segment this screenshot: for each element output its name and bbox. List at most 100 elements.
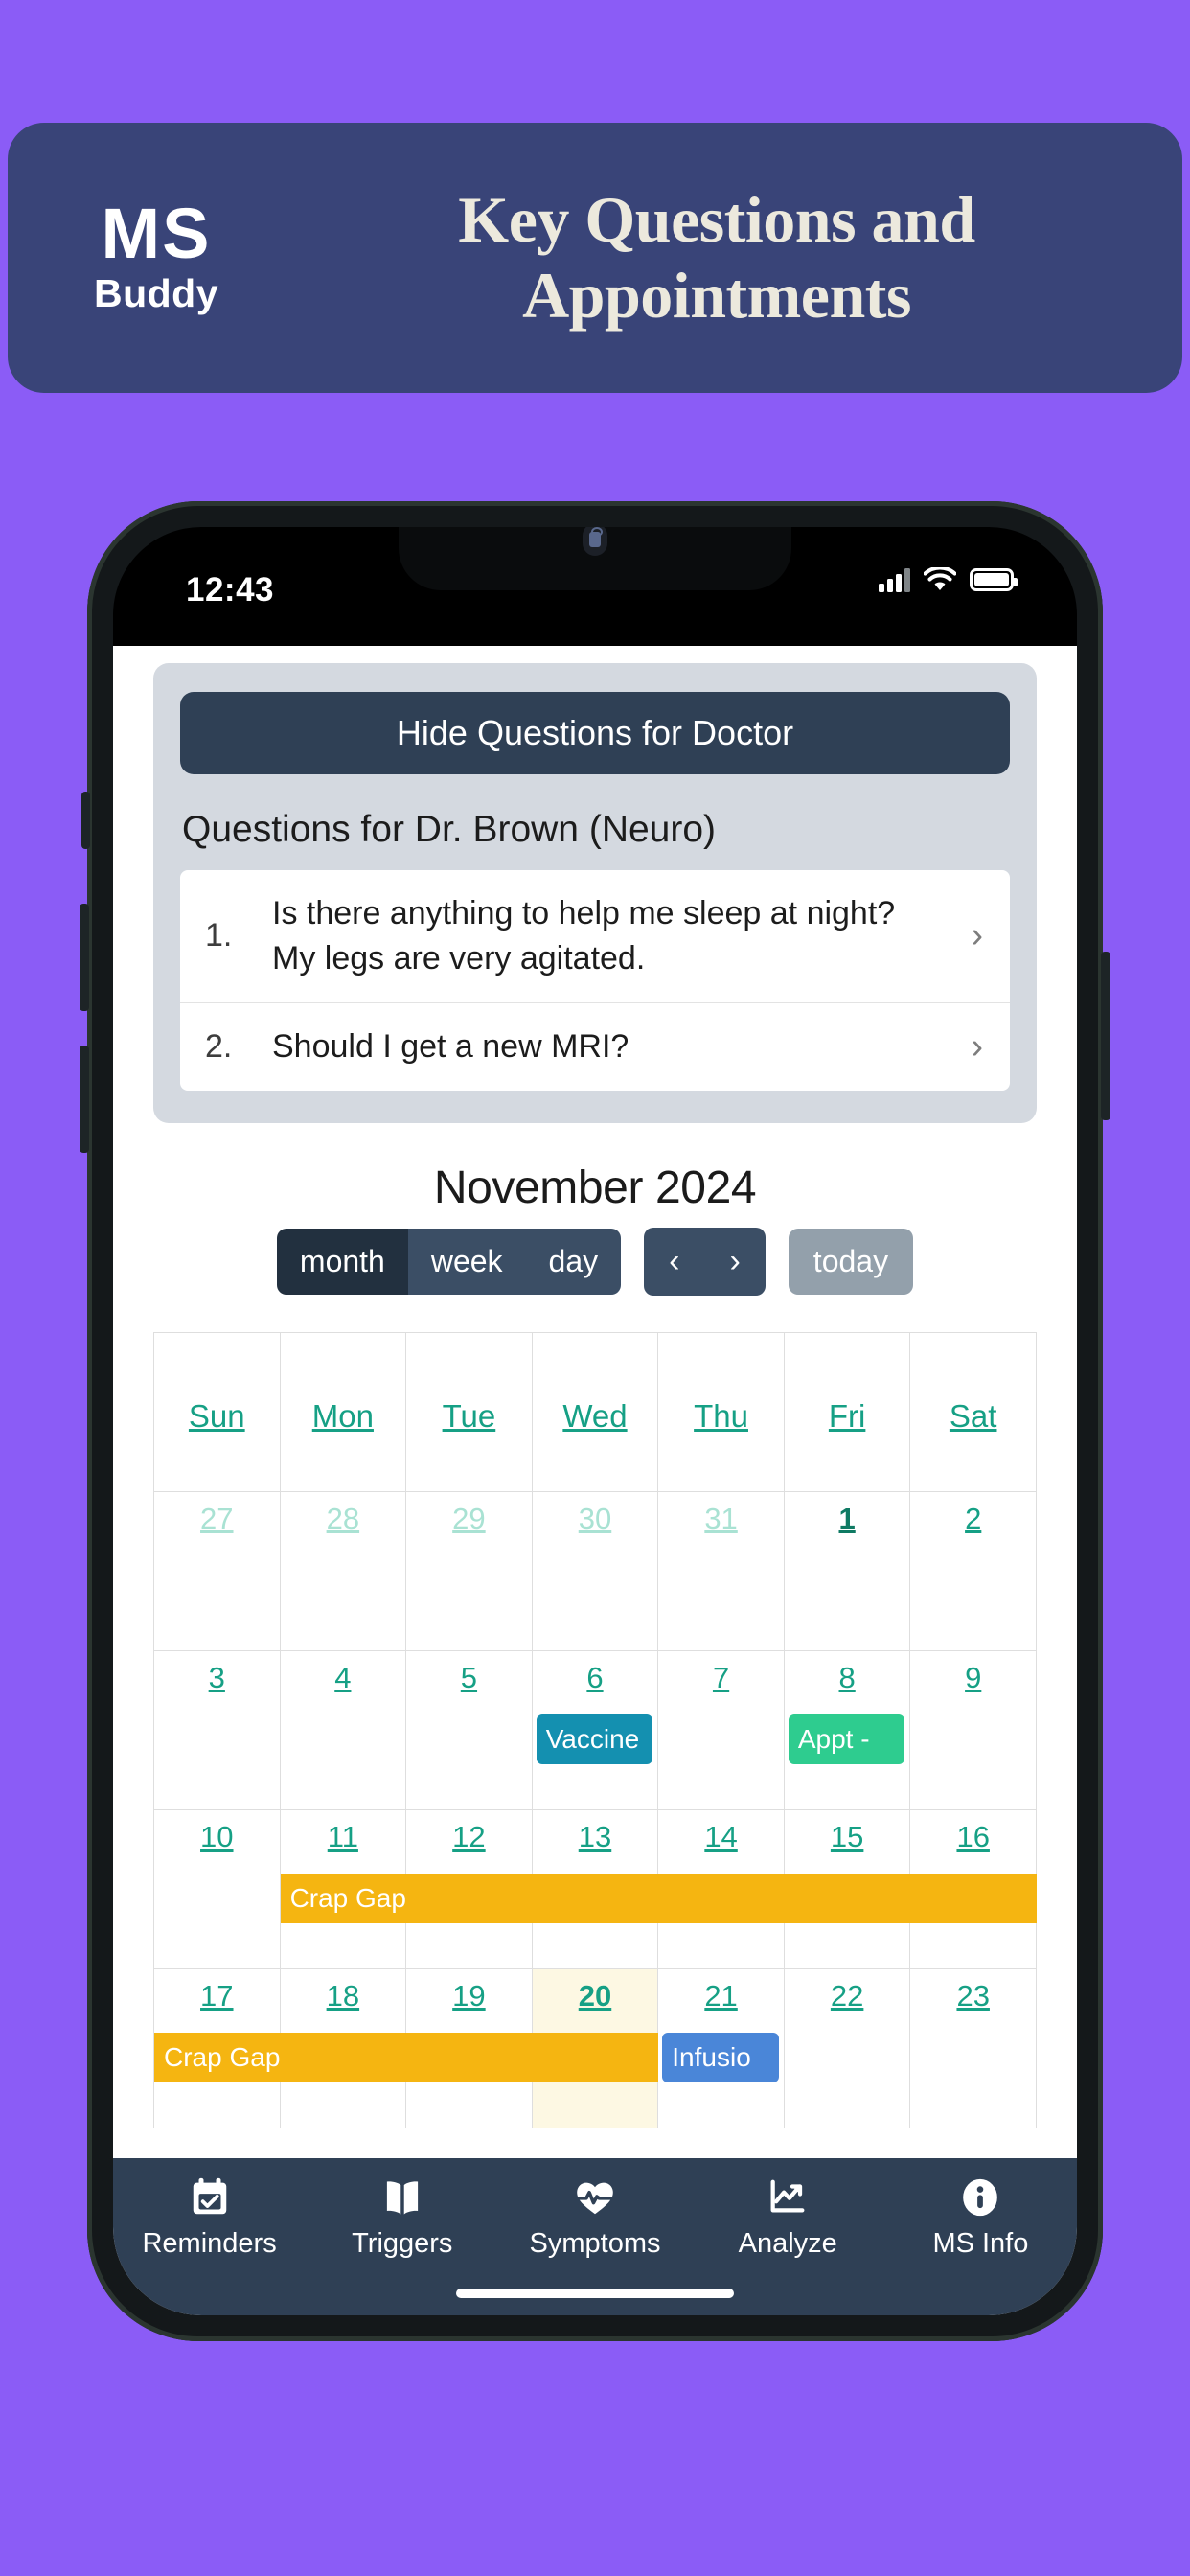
calendar-week-row: 17 18 19 20 21 22 23 Crap Gap Infusio [154, 1968, 1037, 2128]
tab-label: Symptoms [529, 2228, 661, 2259]
app-scroll-area[interactable]: Hide Questions for Doctor Questions for … [113, 646, 1077, 2158]
calendar-event[interactable]: Appt - [788, 1714, 905, 1764]
day-number[interactable]: 27 [154, 1502, 280, 1536]
day-number[interactable]: 7 [658, 1661, 784, 1695]
day-number[interactable]: 2 [910, 1502, 1036, 1536]
mute-switch[interactable] [81, 792, 90, 849]
phone-mockup: 12:43 Hide Questions for Doctor Question… [80, 501, 1110, 2341]
lock-icon [583, 527, 607, 556]
day-number[interactable]: 5 [406, 1661, 532, 1695]
day-number[interactable]: 17 [154, 1979, 280, 2013]
list-item[interactable]: 1. Is there anything to help me sleep at… [180, 870, 1010, 1002]
logo-secondary-text: Buddy [93, 271, 219, 316]
day-number[interactable]: 11 [281, 1820, 406, 1854]
prev-month-button[interactable]: ‹ [644, 1228, 704, 1296]
day-number[interactable]: 19 [406, 1979, 532, 2013]
day-header-label[interactable]: Sat [950, 1398, 997, 1435]
day-number[interactable]: 12 [406, 1820, 532, 1854]
volume-down-button[interactable] [80, 1046, 89, 1153]
day-number[interactable]: 15 [785, 1820, 910, 1854]
day-number[interactable]: 1 [785, 1502, 910, 1536]
calendar-day-cell[interactable]: 3 [154, 1650, 281, 1810]
calendar-day-cell[interactable]: 28 [280, 1491, 407, 1651]
heart-pulse-icon [573, 2175, 617, 2220]
day-header-label[interactable]: Fri [829, 1398, 865, 1435]
status-time: 12:43 [186, 571, 275, 609]
tab-label: MS Info [932, 2228, 1029, 2259]
view-week-button[interactable]: week [407, 1228, 526, 1295]
calendar-day-cell[interactable]: 31 [658, 1491, 785, 1651]
day-number[interactable]: 30 [533, 1502, 658, 1536]
day-header-cell: Tue [406, 1332, 533, 1492]
day-header-cell: Mon [280, 1332, 407, 1492]
calendar-day-cell[interactable]: 1 [784, 1491, 911, 1651]
day-number[interactable]: 13 [533, 1820, 658, 1854]
power-button[interactable] [1101, 952, 1110, 1120]
question-number: 1. [205, 917, 233, 954]
tab-triggers[interactable]: Triggers [306, 2175, 498, 2260]
calendar-month-title: November 2024 [433, 1162, 757, 1213]
day-header-cell: Sat [910, 1332, 1037, 1492]
day-number[interactable]: 31 [658, 1502, 784, 1536]
day-header-cell: Thu [658, 1332, 785, 1492]
status-indicators [879, 567, 1018, 592]
calendar-day-cell[interactable]: 2 [910, 1491, 1037, 1651]
day-number[interactable]: 4 [281, 1661, 406, 1695]
home-indicator[interactable] [456, 2288, 734, 2298]
view-day-button[interactable]: day [525, 1228, 622, 1295]
calendar-day-cell[interactable]: 7 [658, 1650, 785, 1810]
day-number[interactable]: 22 [785, 1979, 910, 2013]
day-header-label[interactable]: Wed [562, 1398, 627, 1435]
day-number[interactable]: 6 [533, 1661, 658, 1695]
day-number[interactable]: 14 [658, 1820, 784, 1854]
cellular-signal-icon [879, 567, 910, 592]
calendar-day-cell[interactable]: 22 [784, 1968, 911, 2128]
day-header-label[interactable]: Mon [312, 1398, 374, 1435]
calendar-day-cell[interactable]: 4 [280, 1650, 407, 1810]
tab-ms-info[interactable]: MS Info [884, 2175, 1077, 2260]
day-number[interactable]: 16 [910, 1820, 1036, 1854]
tab-analyze[interactable]: Analyze [692, 2175, 884, 2260]
hide-questions-button[interactable]: Hide Questions for Doctor [180, 692, 1010, 774]
calendar-event[interactable]: Vaccine [536, 1714, 653, 1764]
notch [399, 527, 791, 590]
day-number[interactable]: 29 [406, 1502, 532, 1536]
day-header-label[interactable]: Thu [694, 1398, 748, 1435]
book-open-icon [380, 2175, 424, 2220]
day-header-label[interactable]: Sun [189, 1398, 245, 1435]
app-logo: MS Buddy [8, 197, 295, 316]
today-button[interactable]: today [788, 1228, 914, 1295]
chevron-right-icon[interactable]: › [971, 915, 989, 956]
day-number[interactable]: 9 [910, 1661, 1036, 1695]
volume-up-button[interactable] [80, 904, 89, 1011]
calendar-day-cell[interactable]: 30 [532, 1491, 659, 1651]
banner-title: Key Questions and Appointments [295, 182, 1182, 334]
view-switcher: month week day [276, 1228, 622, 1295]
calendar-event[interactable]: Infusio [662, 2032, 779, 2082]
view-month-button[interactable]: month [276, 1228, 408, 1295]
day-header-label[interactable]: Tue [443, 1398, 496, 1435]
day-number[interactable]: 23 [910, 1979, 1036, 2013]
calendar-event[interactable]: Crap Gap [154, 2032, 659, 2082]
calendar-day-cell[interactable]: 10 [154, 1809, 281, 1969]
day-number[interactable]: 20 [533, 1979, 658, 2013]
chevron-right-icon[interactable]: › [971, 1026, 989, 1068]
calendar-event[interactable]: Crap Gap [280, 1873, 1037, 1923]
day-header-cell: Sun [154, 1332, 281, 1492]
list-item[interactable]: 2. Should I get a new MRI? › [180, 1001, 1010, 1091]
calendar-day-cell[interactable]: 23 [910, 1968, 1037, 2128]
day-number[interactable]: 8 [785, 1661, 910, 1695]
tab-reminders[interactable]: Reminders [113, 2175, 306, 2260]
day-number[interactable]: 3 [154, 1661, 280, 1695]
calendar-day-cell[interactable]: 27 [154, 1491, 281, 1651]
tab-symptoms[interactable]: Symptoms [498, 2175, 691, 2260]
day-number[interactable]: 21 [658, 1979, 784, 2013]
tab-label: Analyze [738, 2228, 837, 2259]
day-number[interactable]: 28 [281, 1502, 406, 1536]
next-month-button[interactable]: › [704, 1228, 765, 1296]
day-number[interactable]: 10 [154, 1820, 280, 1854]
calendar-day-cell[interactable]: 29 [406, 1491, 533, 1651]
calendar-day-cell[interactable]: 9 [910, 1650, 1037, 1810]
day-number[interactable]: 18 [281, 1979, 406, 2013]
calendar-day-cell[interactable]: 5 [406, 1650, 533, 1810]
